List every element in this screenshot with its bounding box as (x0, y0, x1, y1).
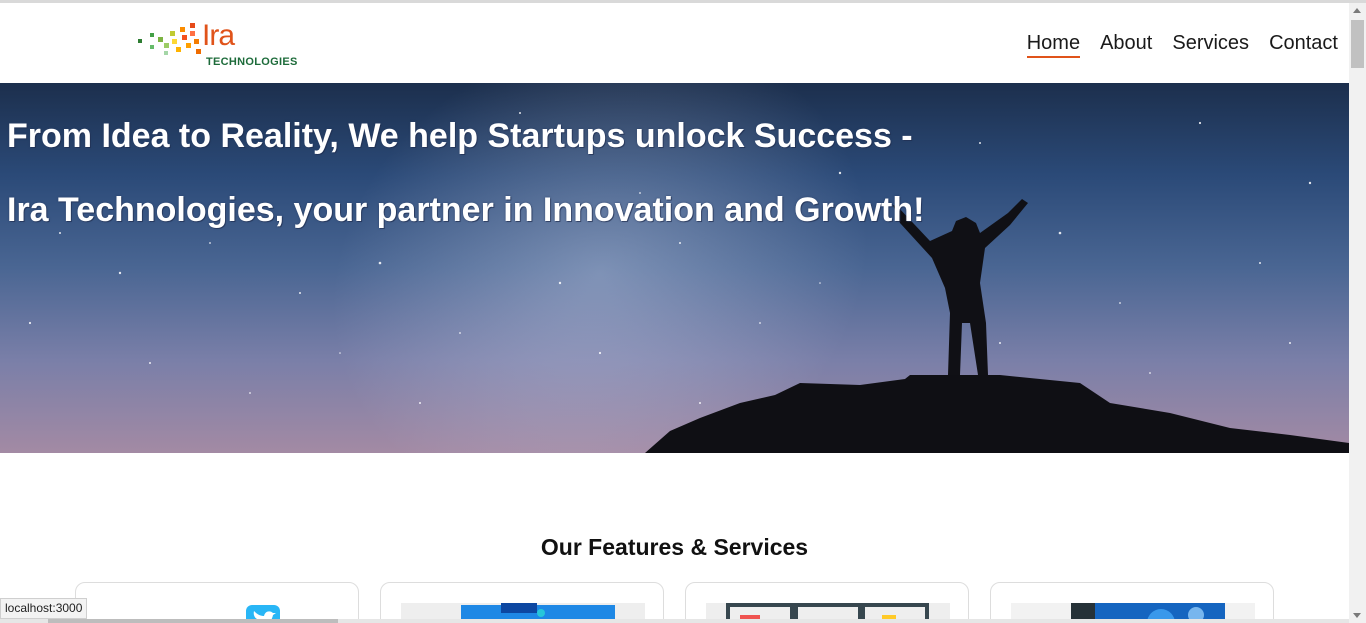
horizontal-scrollbar[interactable] (0, 619, 1349, 623)
nav-about-link[interactable]: About (1100, 31, 1152, 58)
nav-home-link[interactable]: Home (1026, 31, 1081, 58)
hero-banner: From Idea to Reality, We help Startups u… (0, 83, 1349, 453)
site-header: Ira TECHNOLOGIES Home About Services Con… (0, 3, 1349, 83)
logo-brand-text: Ira (202, 19, 235, 52)
company-logo[interactable]: Ira TECHNOLOGIES (136, 15, 306, 71)
scroll-down-arrow-icon[interactable] (1353, 613, 1361, 618)
browser-status-url: localhost:3000 (0, 598, 88, 619)
vertical-scrollbar[interactable] (1349, 3, 1366, 623)
main-nav: Home About Services Contact (1026, 31, 1338, 58)
hero-headline-line-1: From Idea to Reality, We help Startups u… (7, 117, 913, 155)
scrollbar-thumb[interactable] (1351, 20, 1364, 68)
hero-headline-line-2: Ira Technologies, your partner in Innova… (7, 191, 925, 229)
feature-card-4[interactable] (990, 582, 1274, 623)
horizontal-scrollbar-thumb[interactable] (48, 619, 338, 623)
scroll-up-arrow-icon[interactable] (1353, 8, 1361, 13)
feature-card-2[interactable] (380, 582, 664, 623)
feature-card-3[interactable] (685, 582, 969, 623)
nav-contact-link[interactable]: Contact (1269, 31, 1338, 58)
logo-subtitle: TECHNOLOGIES (206, 56, 298, 68)
features-section-title: Our Features & Services (540, 534, 809, 560)
feature-card-1[interactable] (75, 582, 359, 623)
nav-services-link[interactable]: Services (1172, 31, 1249, 58)
